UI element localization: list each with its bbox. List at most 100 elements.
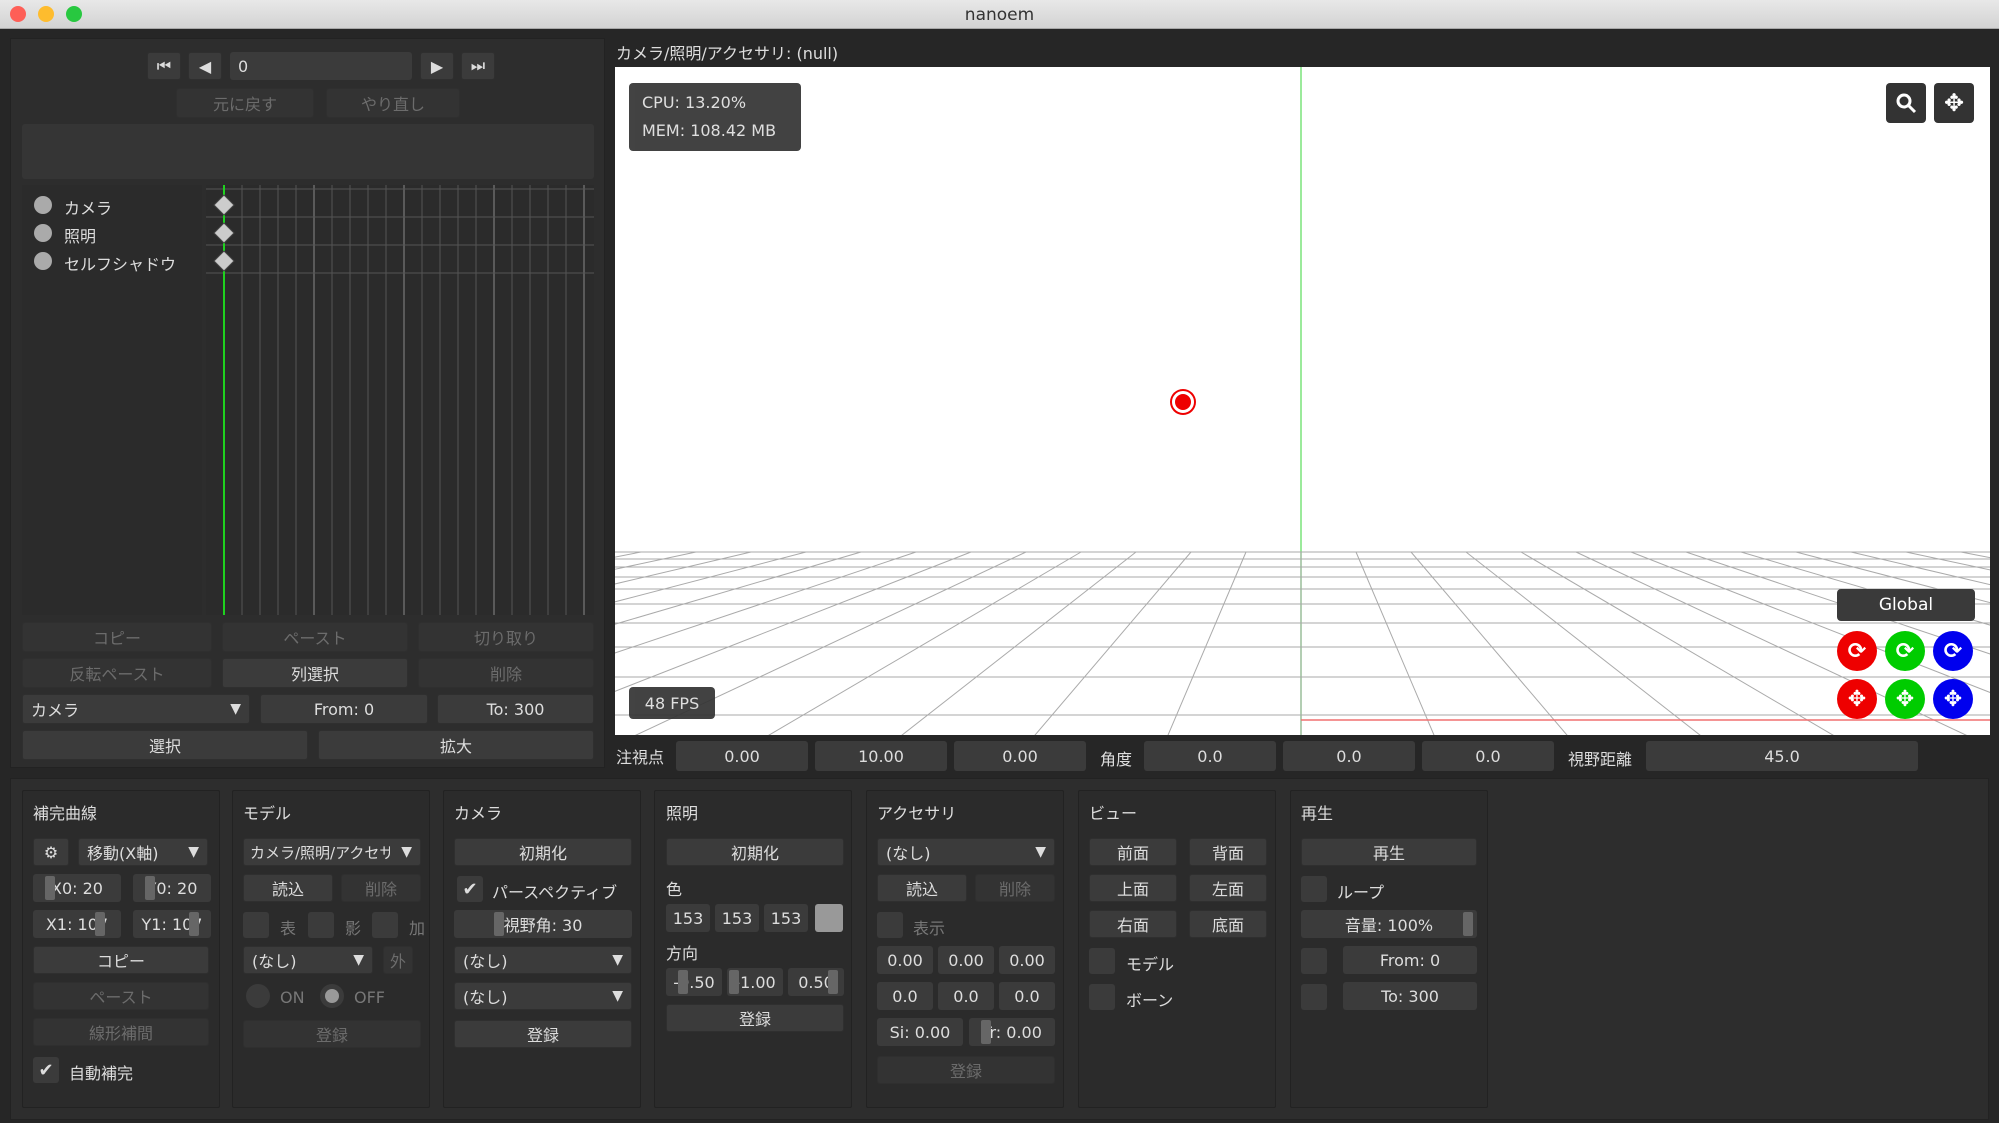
track-label-selfshadow[interactable]: セルフシャドウ bbox=[64, 251, 176, 275]
frame-input[interactable]: 0 bbox=[230, 52, 412, 80]
y1-slider[interactable]: Y1: 107 bbox=[133, 910, 211, 938]
fov-slider[interactable]: 視野角: 30 bbox=[454, 910, 632, 938]
slider-knob[interactable] bbox=[1463, 912, 1473, 936]
model-register-button[interactable]: 登録 bbox=[243, 1020, 421, 1048]
accessory-rot-y[interactable]: 0.0 bbox=[938, 982, 994, 1010]
outside-parent-button[interactable]: 外 bbox=[383, 946, 413, 974]
view-front-button[interactable]: 前面 bbox=[1089, 838, 1177, 866]
select-button[interactable]: 選択 bbox=[22, 730, 308, 760]
light-dir-y[interactable]: -1.00 bbox=[727, 968, 783, 996]
light-dir-z[interactable]: 0.50 bbox=[788, 968, 844, 996]
model-load-button[interactable]: 読込 bbox=[243, 874, 333, 902]
view-left-button[interactable]: 左面 bbox=[1189, 874, 1267, 902]
auto-interp-checkbox[interactable]: ✔ bbox=[33, 1057, 59, 1083]
view-top-button[interactable]: 上面 bbox=[1089, 874, 1177, 902]
slider-knob[interactable] bbox=[729, 970, 739, 994]
accessory-load-button[interactable]: 読込 bbox=[877, 874, 967, 902]
search-icon[interactable] bbox=[1886, 83, 1926, 123]
first-frame-icon[interactable]: ⏮ bbox=[147, 52, 181, 80]
light-init-button[interactable]: 初期化 bbox=[666, 838, 844, 866]
track-visible-toggle[interactable] bbox=[34, 224, 52, 242]
slider-knob[interactable] bbox=[95, 912, 105, 936]
prev-frame-icon[interactable]: ◀ bbox=[188, 52, 222, 80]
redo-button[interactable]: やり直し bbox=[326, 88, 460, 118]
view-model-checkbox[interactable] bbox=[1089, 948, 1115, 974]
rotate-z-icon[interactable]: ⟳ bbox=[1933, 631, 1973, 671]
light-color-r[interactable]: 153 bbox=[666, 904, 710, 932]
model-show-checkbox[interactable] bbox=[243, 912, 269, 938]
model-delete-button[interactable]: 削除 bbox=[341, 874, 421, 902]
model-add-checkbox[interactable] bbox=[372, 912, 398, 938]
translate-y-icon[interactable]: ✥ bbox=[1885, 679, 1925, 719]
undo-button[interactable]: 元に戻す bbox=[176, 88, 314, 118]
delete-button[interactable]: 削除 bbox=[418, 658, 594, 688]
accessory-opacity-slider[interactable]: Tr: 0.00 bbox=[969, 1018, 1055, 1046]
perspective-checkbox[interactable]: ✔ bbox=[457, 876, 483, 902]
rotate-x-icon[interactable]: ⟳ bbox=[1837, 631, 1877, 671]
reverse-paste-button[interactable]: 反転ペースト bbox=[22, 658, 212, 688]
camera-follow-bone-select[interactable]: (なし) ▼ bbox=[454, 982, 632, 1010]
off-radio[interactable] bbox=[320, 984, 344, 1008]
playback-from-input[interactable]: From: 0 bbox=[1343, 946, 1477, 974]
interp-copy-button[interactable]: コピー bbox=[33, 946, 209, 974]
lookat-x-input[interactable]: 0.00 bbox=[676, 741, 808, 771]
cut-button[interactable]: 切り取り bbox=[418, 622, 594, 652]
accessory-pos-z[interactable]: 0.00 bbox=[999, 946, 1055, 974]
accessory-delete-button[interactable]: 削除 bbox=[975, 874, 1055, 902]
accessory-rot-z[interactable]: 0.0 bbox=[999, 982, 1055, 1010]
angle-z-input[interactable]: 0.0 bbox=[1422, 741, 1554, 771]
light-color-g[interactable]: 153 bbox=[715, 904, 759, 932]
to-input[interactable]: To: 300 bbox=[437, 694, 594, 724]
translate-x-icon[interactable]: ✥ bbox=[1837, 679, 1877, 719]
zoom-button[interactable]: 拡大 bbox=[318, 730, 594, 760]
accessory-show-checkbox[interactable] bbox=[877, 912, 903, 938]
interp-type-select[interactable]: 移動(X軸) ▼ bbox=[78, 838, 208, 866]
view-bone-checkbox[interactable] bbox=[1089, 984, 1115, 1010]
parent-model-select[interactable]: (なし) ▼ bbox=[243, 946, 373, 974]
y0-slider[interactable]: Y0: 20 bbox=[133, 874, 211, 902]
track-target-select[interactable]: カメラ ▼ bbox=[22, 694, 250, 724]
slider-knob[interactable] bbox=[189, 912, 199, 936]
loop-checkbox[interactable] bbox=[1301, 876, 1327, 902]
paste-button[interactable]: ペースト bbox=[222, 622, 408, 652]
camera-follow-model-select[interactable]: (なし) ▼ bbox=[454, 946, 632, 974]
angle-y-input[interactable]: 0.0 bbox=[1283, 741, 1415, 771]
copy-button[interactable]: コピー bbox=[22, 622, 212, 652]
rotate-y-icon[interactable]: ⟳ bbox=[1885, 631, 1925, 671]
slider-knob[interactable] bbox=[981, 1020, 991, 1044]
light-color-b[interactable]: 153 bbox=[764, 904, 808, 932]
view-back-button[interactable]: 背面 bbox=[1189, 838, 1267, 866]
lookat-y-input[interactable]: 10.00 bbox=[815, 741, 947, 771]
x0-slider[interactable]: X0: 20 bbox=[33, 874, 121, 902]
track-visible-toggle[interactable] bbox=[34, 252, 52, 270]
play-button[interactable]: 再生 bbox=[1301, 838, 1477, 866]
camera-init-button[interactable]: 初期化 bbox=[454, 838, 632, 866]
light-register-button[interactable]: 登録 bbox=[666, 1004, 844, 1032]
accessory-scale-slider[interactable]: Si: 0.00 bbox=[877, 1018, 963, 1046]
playback-to-input[interactable]: To: 300 bbox=[1343, 982, 1477, 1010]
accessory-rot-x[interactable]: 0.0 bbox=[877, 982, 933, 1010]
select-column-button[interactable]: 列選択 bbox=[222, 658, 408, 688]
playback-from-checkbox[interactable] bbox=[1301, 948, 1327, 974]
transform-space-toggle[interactable]: Global bbox=[1837, 589, 1975, 621]
last-frame-icon[interactable]: ⏭ bbox=[461, 52, 495, 80]
accessory-pos-x[interactable]: 0.00 bbox=[877, 946, 933, 974]
light-dir-x[interactable]: -0.50 bbox=[666, 968, 722, 996]
accessory-pos-y[interactable]: 0.00 bbox=[938, 946, 994, 974]
translate-z-icon[interactable]: ✥ bbox=[1933, 679, 1973, 719]
x1-slider[interactable]: X1: 107 bbox=[33, 910, 121, 938]
track-label-light[interactable]: 照明 bbox=[64, 223, 96, 247]
lookat-z-input[interactable]: 0.00 bbox=[954, 741, 1086, 771]
track-visible-toggle[interactable] bbox=[34, 196, 52, 214]
slider-knob[interactable] bbox=[828, 970, 838, 994]
slider-knob[interactable] bbox=[145, 876, 155, 900]
view-right-button[interactable]: 右面 bbox=[1089, 910, 1177, 938]
on-radio[interactable] bbox=[246, 984, 270, 1008]
distance-input[interactable]: 45.0 bbox=[1646, 741, 1918, 771]
camera-target-marker[interactable] bbox=[1172, 391, 1194, 413]
move-view-icon[interactable]: ✥ bbox=[1934, 83, 1974, 123]
next-frame-icon[interactable]: ▶ bbox=[420, 52, 454, 80]
accessory-register-button[interactable]: 登録 bbox=[877, 1056, 1055, 1084]
model-shadow-checkbox[interactable] bbox=[308, 912, 334, 938]
slider-knob[interactable] bbox=[45, 876, 55, 900]
